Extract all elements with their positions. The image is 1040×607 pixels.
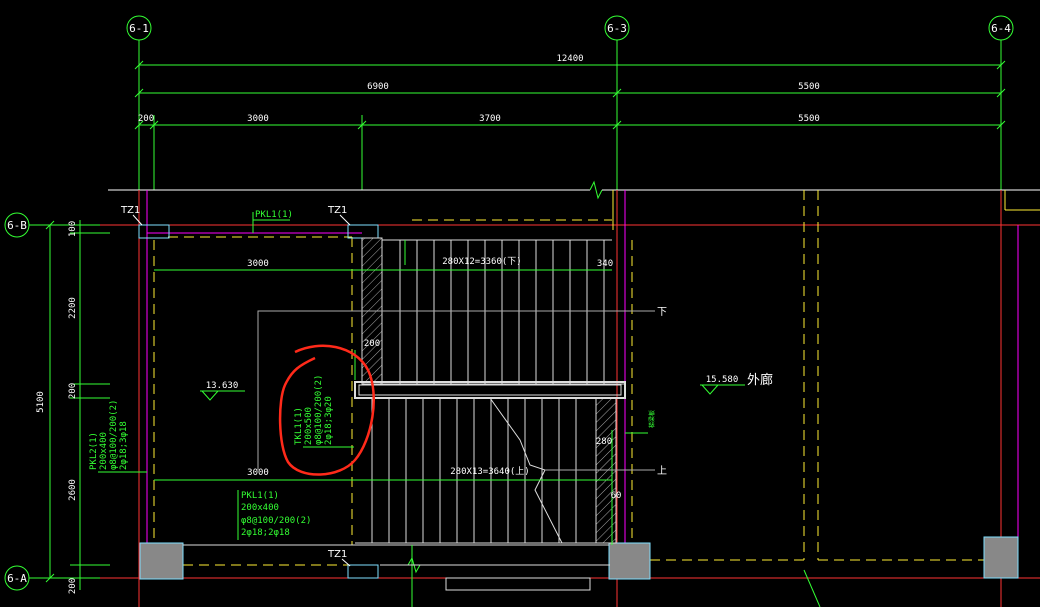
dim-left-200b: 200 [68,578,78,594]
axis-label-6-1: 6-1 [129,22,149,35]
axis-bubble-6-1: 6-1 [126,15,152,41]
wall-solid [612,190,1040,230]
axis-bubble-6-B: 6-B [4,212,30,238]
axis-label-6-4: 6-4 [991,22,1011,35]
dim-left-2200: 2200 [68,297,78,319]
beam-tkl1-name: TKL1(1) [294,407,304,445]
beam-pkl1-size: 200x400 [241,503,279,513]
axis-label-6-3: 6-3 [607,22,627,35]
label-small-green: 梯梁板 [648,410,656,428]
axis-bubble-6-4: 6-4 [988,15,1014,41]
label-tz1-a: TZ1 [120,205,140,216]
beam-pkl2-size: 200x400 [99,432,109,470]
label-down: 下 [657,307,667,318]
stair-dim-lines [154,240,613,545]
beam-pkl2-label: PKL2(1) 200x400 φ8@100/200(2) 2φ18;3φ18 [89,400,147,473]
bottom-lines [183,544,821,607]
column-6A-1 [139,542,184,580]
column-tz1-a [138,224,170,239]
beam-pkl2-rebar: 2φ18;3φ18 [119,421,129,470]
label-pkl1-top: PKL1(1) [255,210,293,220]
dim-left-100: 100 [68,221,78,237]
axis-bubble-6-3: 6-3 [604,15,630,41]
beam-tkl1-label: TKL1(1) 200x500 φ8@100/200(2) 2φ18;3φ20 [294,375,354,448]
beam-pkl1-stirrup: φ8@100/200(2) [241,516,311,526]
dim-3700: 3700 [479,114,501,124]
cad-drawing: 6-1 6-3 6-4 6-B 6-A 12400 6900 5500 200 … [4,15,1040,607]
dim-left-200a: 200 [68,383,78,399]
beam-pkl2-stirrup: φ8@100/200(2) [109,400,119,470]
dim-5500-a: 5500 [798,82,820,92]
column-tz1-b [347,224,379,239]
column-tz1-c [347,564,379,579]
dim-left-2600: 2600 [68,479,78,501]
beam-pkl1-label: PKL1(1) 200x400 φ8@100/200(2) 2φ18;2φ18 [237,490,311,540]
stair-label-up: 280X13=3640(上) [450,466,529,477]
label-corridor: 外廊 [747,372,773,388]
dim-left-total: 5100 [36,391,46,413]
beam-pkl1-rebar: 2φ18;2φ18 [241,528,290,538]
elevation-right-value: 15.580 [706,375,739,385]
dim-6900: 6900 [367,82,389,92]
axis-label-6-B: 6-B [7,219,27,232]
label-tz1-c: TZ1 [327,549,347,560]
label-up: 上 [657,465,667,477]
dim-3000: 3000 [247,114,269,124]
elevation-left-value: 13.630 [206,381,239,391]
landing-beam-inner [358,384,622,396]
axis-label-6-A: 6-A [7,572,27,585]
elevation-right: 15.580 外廊 [700,372,773,395]
dim-340: 340 [597,259,613,269]
dim-280: 280 [596,437,612,447]
column-6A-3 [608,542,651,580]
dim-overall: 12400 [556,54,583,64]
axis-bubble-6-A: 6-A [4,565,30,591]
dim-5500-b: 5500 [798,114,820,124]
stair-label-down: 280X12=3360(下) [442,257,521,267]
dim-200-stair: 200 [364,339,380,349]
beam-tkl1-stirrup: φ8@100/200(2) [314,375,324,445]
dim-200: 200 [138,114,154,124]
beam-tkl1-rebar: 2φ18;3φ20 [324,396,334,445]
label-tz1-b: TZ1 [327,205,347,216]
dim-inner-3000-top: 3000 [247,259,269,269]
column-6A-4 [983,536,1019,579]
break-line-top [108,180,1040,200]
dimension-lines-left [45,220,110,590]
beam-pkl1-name: PKL1(1) [241,491,279,501]
dim-60: 60 [611,491,622,501]
beam-pkl2-name: PKL2(1) [89,432,99,470]
axis-extension-lines [29,40,1002,579]
elevation-left: 13.630 [200,381,245,401]
beam-tkl1-size: 200x500 [304,407,314,445]
